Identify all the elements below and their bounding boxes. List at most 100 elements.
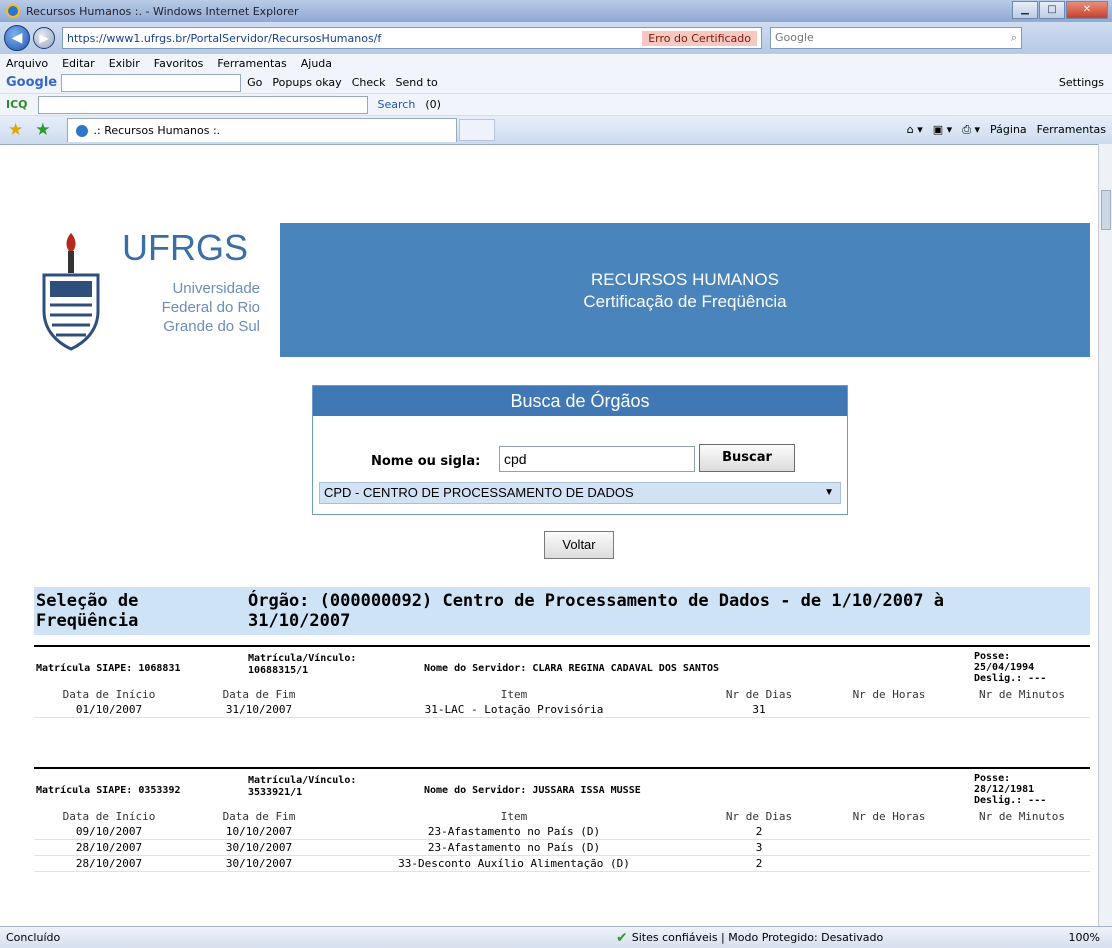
servidor-record: Matrícula SIAPE: 1068831 Matrícula/Víncu… xyxy=(34,645,1090,718)
scrollbar-thumb[interactable] xyxy=(1101,190,1111,230)
posse-info: Posse: 28/12/1981 Deslig.: --- xyxy=(974,773,1046,806)
icq-search-button[interactable]: Search xyxy=(378,98,416,111)
google-settings-button[interactable]: Settings xyxy=(1059,76,1104,89)
cell-nr-minutos xyxy=(954,824,1090,840)
table-row: 01/10/2007 31/10/2007 31-LAC - Lotação P… xyxy=(34,702,1090,718)
certificate-error[interactable]: Erro do Certificado xyxy=(642,30,757,46)
cell-nr-minutos xyxy=(954,855,1090,872)
orgao-select[interactable]: CPD - CENTRO DE PROCESSAMENTO DE DADOS ▼ xyxy=(319,482,841,504)
address-bar[interactable]: https://www1.ufrgs.br/PortalServidor/Rec… xyxy=(62,27,762,49)
nome-sigla-label: Nome ou sigla: xyxy=(371,454,481,469)
page-header: UFRGS Universidade Federal do Rio Grande… xyxy=(34,223,1090,357)
nome-sigla-input[interactable] xyxy=(499,446,695,472)
posse-date: 28/12/1981 xyxy=(974,784,1035,795)
menu-editar[interactable]: Editar xyxy=(62,57,95,70)
record-header: Matrícula SIAPE: 1068831 Matrícula/Víncu… xyxy=(34,647,1090,687)
search-field[interactable]: Google ⌕ xyxy=(770,27,1022,49)
cell-item: 23-Afastamento no País (D) xyxy=(334,839,694,856)
univ-line-2: Federal do Rio xyxy=(161,299,260,316)
mv-value: 3533921/1 xyxy=(248,787,303,798)
cell-nr-minutos xyxy=(954,702,1090,718)
table-row: 28/10/2007 30/10/2007 23-Afastamento no … xyxy=(34,839,1090,856)
menu-exibir[interactable]: Exibir xyxy=(109,57,140,70)
google-popups-button[interactable]: Popups okay xyxy=(272,76,341,89)
back-button[interactable]: ◀ xyxy=(4,25,30,51)
print-icon[interactable]: ⎙ ▾ xyxy=(962,123,980,137)
icq-button[interactable]: ICQ xyxy=(6,98,28,111)
mv-value: 10688315/1 xyxy=(248,665,309,676)
cell-data-fim: 31/10/2007 xyxy=(184,702,334,718)
close-button[interactable]: ✕ xyxy=(1066,1,1108,19)
voltar-button[interactable]: Voltar xyxy=(544,531,614,559)
icq-search-input[interactable] xyxy=(37,95,368,114)
posse-date: 25/04/1994 xyxy=(974,662,1035,673)
window-titlebar: Recursos Humanos :. - Windows Internet E… xyxy=(0,0,1112,22)
google-go-button[interactable]: Go xyxy=(247,76,262,89)
cell-data-inicio: 01/10/2007 xyxy=(34,702,184,718)
univ-line-3: Grande do Sul xyxy=(163,318,260,335)
new-tab-button[interactable] xyxy=(458,119,495,141)
cell-item: 31-LAC - Lotação Provisória xyxy=(334,702,694,718)
tab-recursos-humanos[interactable]: .: Recursos Humanos :. xyxy=(66,118,457,142)
menu-ajuda[interactable]: Ajuda xyxy=(301,57,332,70)
deslig: Deslig.: --- xyxy=(974,673,1047,684)
col-item: Item xyxy=(500,810,528,823)
google-check-button[interactable]: Check xyxy=(352,76,386,89)
google-send-button[interactable]: Send to xyxy=(396,76,438,89)
zoom-level[interactable]: 100% xyxy=(1069,931,1100,944)
ie-icon xyxy=(6,4,20,18)
menu-arquivo[interactable]: Arquivo xyxy=(6,57,48,70)
banner-subtitle: Certificação de Freqüência xyxy=(583,292,787,311)
icq-count[interactable]: (0) xyxy=(425,98,441,111)
menu-favoritos[interactable]: Favoritos xyxy=(154,57,204,70)
univ-line-1: Universidade xyxy=(172,280,260,297)
security-zone[interactable]: ✔ Sites confiáveis | Modo Protegido: Des… xyxy=(616,930,956,946)
ferramentas-menu[interactable]: Ferramentas xyxy=(1037,123,1106,137)
google-search-input[interactable] xyxy=(61,73,242,92)
forward-button[interactable]: ▶ xyxy=(33,27,55,49)
favorites-star-icon[interactable]: ★ xyxy=(8,120,23,140)
cell-item: 33-Desconto Auxílio Alimentação (D) xyxy=(334,855,694,872)
table-header-row: Data de Início Data de Fim Item Nr de Di… xyxy=(34,809,1090,824)
mv-label: Matrícula/Vínculo: xyxy=(248,775,357,786)
frequencia-table: Data de Início Data de Fim Item Nr de Di… xyxy=(34,687,1090,718)
status-done: Concluído xyxy=(6,931,61,944)
cell-nr-dias: 2 xyxy=(694,855,824,872)
cell-nr-horas xyxy=(824,855,954,872)
pagina-menu[interactable]: Página xyxy=(990,123,1027,137)
maximize-button[interactable]: □ xyxy=(1039,1,1065,19)
menu-ferramentas[interactable]: Ferramentas xyxy=(217,57,286,70)
home-icon[interactable]: ⌂ ▾ xyxy=(907,123,923,137)
feeds-icon[interactable]: ▣ ▾ xyxy=(933,123,952,137)
siape: Matrícula SIAPE: 1068831 xyxy=(36,663,181,674)
banner-title: RECURSOS HUMANOS xyxy=(591,270,779,289)
cell-data-fim: 10/10/2007 xyxy=(184,824,334,840)
university-name: Universidade Federal do Rio Grande do Su… xyxy=(130,279,260,336)
cell-nr-horas xyxy=(824,702,954,718)
zone-text: Sites confiáveis | Modo Protegido: Desat… xyxy=(631,931,884,944)
minimize-button[interactable]: ▁ xyxy=(1012,1,1038,19)
page-banner: RECURSOS HUMANOS Certificação de Freqüên… xyxy=(280,223,1090,357)
record-header: Matrícula SIAPE: 0353392 Matrícula/Víncu… xyxy=(34,769,1090,809)
busca-orgaos-panel: Busca de Órgãos Nome ou sigla: Buscar CP… xyxy=(312,385,848,515)
matricula-vinculo: Matrícula/Vínculo: 3533921/1 xyxy=(248,775,356,799)
buscar-button[interactable]: Buscar xyxy=(699,444,795,472)
vertical-scrollbar[interactable] xyxy=(1098,144,1112,926)
command-bar: ⌂ ▾ ▣ ▾ ⎙ ▾ Página Ferramentas xyxy=(897,123,1106,137)
cell-data-inicio: 09/10/2007 xyxy=(34,824,184,840)
posse-label: Posse: xyxy=(974,651,1011,662)
siape: Matrícula SIAPE: 0353392 xyxy=(36,785,181,796)
address-url[interactable]: https://www1.ufrgs.br/PortalServidor/Rec… xyxy=(67,32,636,45)
search-icon[interactable]: ⌕ xyxy=(1011,31,1017,45)
nome-servidor: Nome do Servidor: JUSSARA ISSA MUSSE xyxy=(424,785,641,796)
posse-info: Posse: 25/04/1994 Deslig.: --- xyxy=(974,651,1046,684)
cell-data-inicio: 28/10/2007 xyxy=(34,855,184,872)
google-toolbar: Google Go Popups okay Check Send to Sett… xyxy=(0,72,1112,94)
add-favorites-icon[interactable]: ★ xyxy=(35,120,50,140)
cell-nr-dias: 3 xyxy=(694,839,824,856)
chevron-down-icon[interactable]: ▼ xyxy=(824,483,834,503)
cell-nr-dias: 31 xyxy=(694,702,824,718)
posse-label: Posse: xyxy=(974,773,1011,784)
col-data-fim: Data de Fim xyxy=(222,688,296,701)
cell-data-fim: 30/10/2007 xyxy=(184,839,334,856)
